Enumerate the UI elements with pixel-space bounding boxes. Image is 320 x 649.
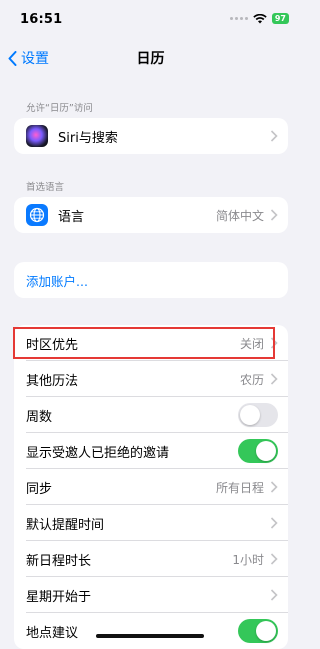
nav-bar: 设置 日历 [0,40,301,74]
section-header-language: 首选语言 [26,182,65,193]
siri-search-row[interactable]: Siri与搜索 [14,118,288,154]
language-label: 语言 [58,209,85,225]
home-indicator [96,634,204,638]
chevron-right-icon [270,589,278,601]
chevron-right-icon [270,373,278,385]
show-declined-toggle[interactable] [238,439,278,463]
timezone-override-value: 关闭 [239,336,264,351]
status-time: 16:51 [20,12,63,27]
wifi-icon [253,13,267,23]
chevron-right-icon [270,481,278,493]
location-suggestions-row: 地点建议 [14,613,288,649]
event-duration-label: 新日程时长 [26,553,92,569]
page-title: 日历 [136,51,165,67]
chevron-right-icon [270,130,278,142]
chevron-right-icon [270,209,278,221]
language-row[interactable]: 语言 简体中文 [14,197,288,233]
event-duration-value: 1小时 [232,552,264,567]
timezone-override-row[interactable]: 时区优先 关闭 [14,325,288,361]
siri-icon [26,125,48,147]
week-numbers-row: 周数 [14,397,288,433]
sync-label: 同步 [26,481,53,497]
week-numbers-label: 周数 [26,409,53,425]
add-account-row[interactable]: 添加账户... [14,262,288,298]
battery-icon: 97 [271,13,289,24]
week-start-row[interactable]: 星期开始于 [14,577,288,613]
chevron-right-icon [270,517,278,529]
siri-search-label: Siri与搜索 [58,130,118,146]
default-alert-row[interactable]: 默认提醒时间 [14,505,288,541]
sync-value: 所有日程 [215,480,264,495]
card-language: 语言 简体中文 [14,197,288,233]
alternate-calendar-value: 农历 [239,372,264,387]
status-bar: 16:51 97 [0,0,301,40]
add-account-link[interactable]: 添加账户... [26,271,88,290]
alternate-calendar-label: 其他历法 [26,373,79,389]
week-start-label: 星期开始于 [26,589,92,605]
section-header-allow: 允许“日历”访问 [26,103,93,114]
globe-icon [26,204,48,226]
signal-icon [229,17,248,20]
sync-row[interactable]: 同步 所有日程 [14,469,288,505]
show-declined-label: 显示受邀人已拒绝的邀请 [26,445,170,461]
show-declined-row: 显示受邀人已拒绝的邀请 [14,433,288,469]
alternate-calendar-row[interactable]: 其他历法 农历 [14,361,288,397]
language-value: 简体中文 [215,208,264,223]
location-suggestions-toggle[interactable] [238,619,278,643]
default-alert-label: 默认提醒时间 [26,517,105,533]
chevron-right-icon [270,553,278,565]
event-duration-row[interactable]: 新日程时长 1小时 [14,541,288,577]
status-icons: 97 [229,13,289,24]
card-accounts: 添加账户... [14,262,288,298]
card-allow: Siri与搜索 [14,118,288,154]
chevron-right-icon [270,337,278,349]
week-numbers-toggle[interactable] [238,403,278,427]
timezone-override-label: 时区优先 [26,337,79,353]
card-settings: 时区优先 关闭 其他历法 农历 周数 显示受邀人已拒绝的邀请 同步 所有日程 默… [14,325,288,649]
